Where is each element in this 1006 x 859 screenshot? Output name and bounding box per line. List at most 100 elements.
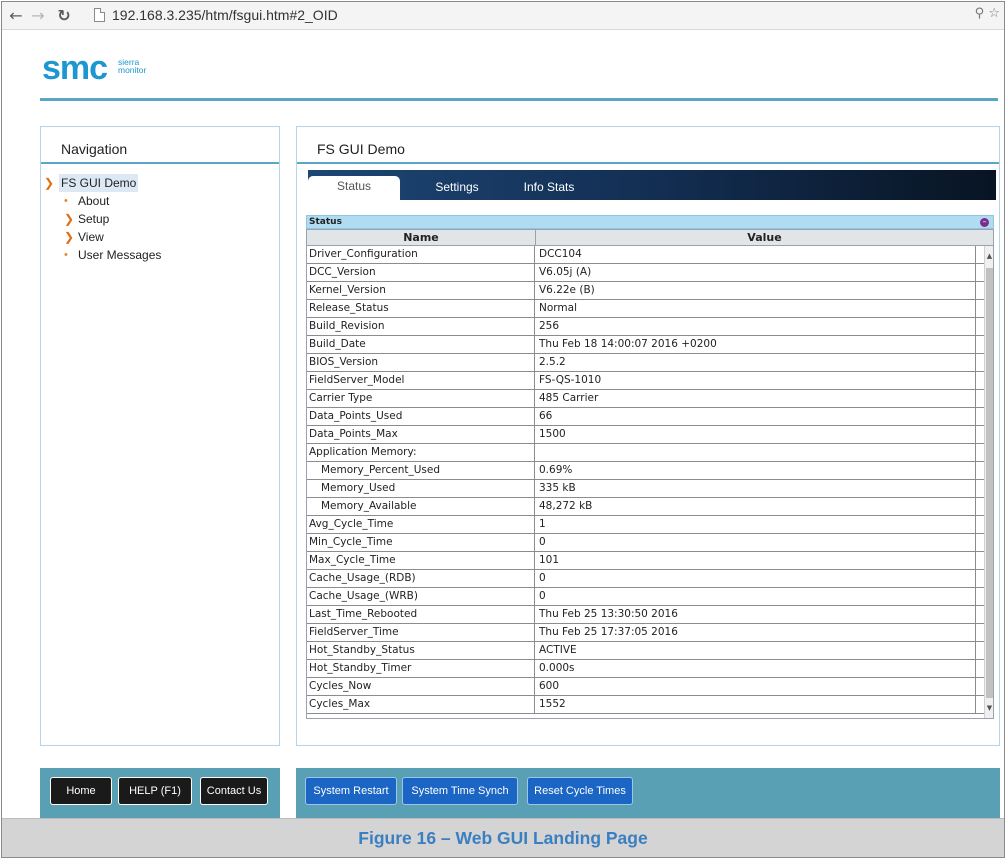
table-row: BIOS_Version 2.5.2 — [307, 354, 985, 372]
cell-value: ACTIVE — [536, 642, 976, 659]
navigation-title: Navigation — [61, 141, 128, 157]
table-row: Carrier Type 485 Carrier — [307, 390, 985, 408]
help-button[interactable]: HELP (F1) — [118, 777, 192, 805]
cell-value: Thu Feb 25 13:30:50 2016 — [536, 606, 976, 623]
tab-info-stats[interactable]: Info Stats — [516, 177, 582, 200]
zoom-icon[interactable]: ⚲ — [975, 6, 985, 21]
nav-item-setup[interactable]: ❯ Setup — [41, 210, 279, 228]
cell-name: Memory_Available — [307, 498, 535, 515]
cell-value: Normal — [536, 300, 976, 317]
nav-item-label[interactable]: Setup — [78, 210, 109, 228]
cell-name: Max_Cycle_Time — [307, 552, 535, 569]
address-bar[interactable]: 192.168.3.235/htm/fsgui.htm#2_OID — [94, 5, 974, 27]
cell-name: Kernel_Version — [307, 282, 535, 299]
cell-name: Cycles_Max — [307, 696, 535, 713]
scrollbar-thumb[interactable] — [986, 268, 993, 698]
cell-value: 485 Carrier — [536, 390, 976, 407]
nav-item-about[interactable]: • About — [41, 192, 279, 210]
cell-name: Data_Points_Used — [307, 408, 535, 425]
cell-value: Thu Feb 25 17:37:05 2016 — [536, 624, 976, 641]
cell-value: DCC104 — [536, 246, 976, 263]
cell-name: Data_Points_Max — [307, 426, 535, 443]
status-section-title: Status — [309, 217, 342, 227]
chevron-right-icon[interactable]: ❯ — [64, 210, 74, 228]
url-text[interactable]: 192.168.3.235/htm/fsgui.htm#2_OID — [112, 7, 338, 23]
cell-name: Min_Cycle_Time — [307, 534, 535, 551]
table-row: Data_Points_Max 1500 — [307, 426, 985, 444]
table-row: Memory_Used 335 kB — [307, 480, 985, 498]
status-section-header: Status – — [306, 215, 994, 229]
nav-item-user-messages[interactable]: • User Messages — [41, 246, 279, 264]
bullet-icon: • — [64, 195, 68, 207]
cell-name: Cache_Usage_(WRB) — [307, 588, 535, 605]
cell-value: 0 — [536, 588, 976, 605]
table-scrollbar[interactable]: ▲ ▼ — [984, 246, 993, 718]
reset-cycle-times-button[interactable]: Reset Cycle Times — [527, 777, 633, 805]
cell-name: Release_Status — [307, 300, 535, 317]
logo-subtitle: sierra monitor — [118, 58, 164, 76]
logo-sub-line2: monitor — [118, 65, 147, 75]
scroll-down-icon[interactable]: ▼ — [985, 702, 993, 714]
cell-value: FS-QS-1010 — [536, 372, 976, 389]
cell-name: Cycles_Now — [307, 678, 535, 695]
table-row: Memory_Percent_Used 0.69% — [307, 462, 985, 480]
system-time-synch-button[interactable]: System Time Synch — [402, 777, 518, 805]
browser-actions: ⚲ ☆ — [975, 6, 1000, 21]
cell-value: 600 — [536, 678, 976, 695]
footer-right: System Restart System Time Synch Reset C… — [296, 768, 1000, 818]
cell-name: Application Memory: — [307, 444, 535, 461]
arrow-right-icon[interactable]: → — [28, 6, 48, 26]
bookmark-star-icon[interactable]: ☆ — [988, 6, 1000, 21]
table-row: Application Memory: — [307, 444, 985, 462]
cell-name: Avg_Cycle_Time — [307, 516, 535, 533]
reload-icon[interactable]: ↻ — [54, 6, 74, 26]
page-title: FS GUI Demo — [317, 141, 405, 157]
table-row: FieldServer_Time Thu Feb 25 17:37:05 2016 — [307, 624, 985, 642]
cell-value: 256 — [536, 318, 976, 335]
cell-name: FieldServer_Model — [307, 372, 535, 389]
nav-item-label[interactable]: User Messages — [78, 246, 161, 264]
arrow-left-icon[interactable]: ← — [6, 6, 26, 26]
table-row: Kernel_Version V6.22e (B) — [307, 282, 985, 300]
cell-value: 0.000s — [536, 660, 976, 677]
table-row: Data_Points_Used 66 — [307, 408, 985, 426]
tab-status[interactable]: Status — [308, 176, 400, 200]
bullet-icon: • — [64, 249, 68, 261]
contact-us-button[interactable]: Contact Us — [200, 777, 268, 805]
nav-item-label[interactable]: About — [78, 192, 109, 210]
navigation-title-rule — [41, 162, 279, 164]
cell-name: Carrier Type — [307, 390, 535, 407]
cell-value: 1 — [536, 516, 976, 533]
collapse-icon[interactable]: – — [980, 218, 989, 227]
cell-name: Hot_Standby_Status — [307, 642, 535, 659]
nav-item-view[interactable]: ❯ View — [41, 228, 279, 246]
browser-toolbar: ← → ↻ 192.168.3.235/htm/fsgui.htm#2_OID … — [2, 2, 1004, 30]
cell-value: Thu Feb 18 14:00:07 2016 +0200 — [536, 336, 976, 353]
cell-value: V6.22e (B) — [536, 282, 976, 299]
chevron-down-icon[interactable]: ❯ — [44, 174, 54, 192]
cell-value: 1500 — [536, 426, 976, 443]
cell-name: Memory_Percent_Used — [307, 462, 535, 479]
home-button[interactable]: Home — [50, 777, 112, 805]
cell-name: FieldServer_Time — [307, 624, 535, 641]
column-header-name: Name — [307, 230, 536, 246]
table-row: Cycles_Max 1552 — [307, 696, 985, 714]
cell-value — [536, 444, 976, 461]
cell-name: BIOS_Version — [307, 354, 535, 371]
cell-name: Build_Revision — [307, 318, 535, 335]
tab-settings[interactable]: Settings — [426, 177, 488, 200]
system-restart-button[interactable]: System Restart — [305, 777, 397, 805]
nav-item-label[interactable]: View — [78, 228, 104, 246]
smc-logo: smc sierra monitor — [42, 51, 182, 85]
table-header: Name Value — [307, 230, 993, 246]
figure-caption: Figure 16 – Web GUI Landing Page — [2, 818, 1004, 857]
table-row: Avg_Cycle_Time 1 — [307, 516, 985, 534]
table-row: Driver_Configuration DCC104 — [307, 246, 985, 264]
nav-item-label[interactable]: FS GUI Demo — [59, 174, 139, 192]
main-title-rule — [297, 162, 999, 164]
chevron-right-icon[interactable]: ❯ — [64, 228, 74, 246]
nav-item-fs-gui-demo[interactable]: ❯ FS GUI Demo — [41, 174, 279, 192]
cell-name: Last_Time_Rebooted — [307, 606, 535, 623]
column-header-value: Value — [747, 231, 782, 244]
scroll-up-icon[interactable]: ▲ — [985, 250, 993, 262]
